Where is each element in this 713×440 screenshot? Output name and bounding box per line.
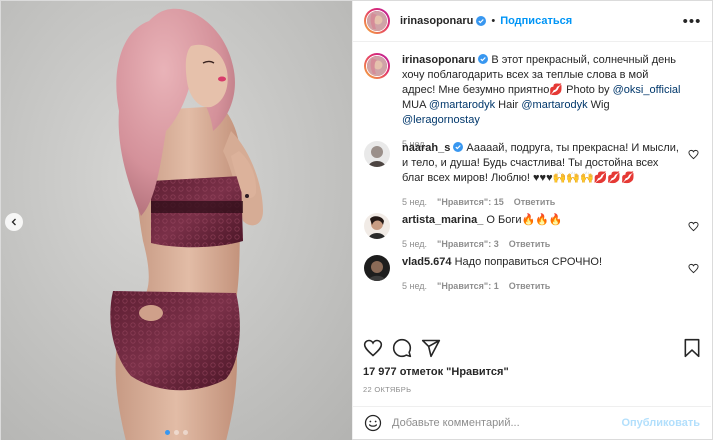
post-actions: 17 977 отметок "Нравится" 22 октябрь	[353, 331, 711, 394]
comment-time[interactable]: 5 нед.	[402, 279, 427, 294]
header-separator: •	[491, 15, 496, 27]
verified-badge-icon	[476, 16, 487, 26]
comments-list: irinasoponaru В этот прекрасный, солнечн…	[353, 43, 711, 331]
caption-text: Photo by	[566, 84, 610, 96]
reply-button[interactable]: Ответить	[509, 279, 551, 294]
mention-link[interactable]: @martarodyk	[521, 99, 587, 111]
comment-time[interactable]: 5 нед.	[402, 237, 427, 252]
author-username[interactable]: irinasoponaru	[400, 15, 473, 27]
commenter-avatar[interactable]	[364, 141, 390, 167]
photo-image	[1, 1, 352, 440]
caption-text: Hair	[498, 99, 519, 111]
comment-username[interactable]: naarah_s	[402, 142, 450, 154]
avatar-image	[364, 141, 390, 167]
reply-button[interactable]: Ответить	[509, 237, 551, 252]
kiss-emoji: 💋	[549, 84, 564, 96]
commenter-avatar[interactable]	[364, 255, 390, 281]
comment-username[interactable]: vlad5.674	[402, 256, 452, 268]
mention-link[interactable]: @martarodyk	[429, 99, 495, 111]
avatar-image	[364, 213, 390, 239]
comment-bubble-icon[interactable]	[392, 338, 412, 358]
chevron-left-icon	[11, 218, 16, 226]
avatar-image	[367, 11, 387, 31]
follow-button[interactable]: Подписаться	[500, 15, 572, 27]
post-date[interactable]: 22 октябрь	[363, 385, 701, 394]
caption-author[interactable]: irinasoponaru	[402, 54, 475, 66]
instagram-post: irinasoponaru • Подписаться ••• irinasop…	[0, 0, 713, 440]
comment-item: naarah_s Ааааай, подруга, ты прекрасна! …	[364, 141, 699, 213]
heart-icon[interactable]	[688, 263, 699, 274]
publish-button[interactable]: Опубликовать	[621, 417, 700, 429]
post-side-panel: irinasoponaru • Подписаться ••• irinasop…	[352, 1, 712, 439]
caption-text: Wig	[590, 99, 610, 111]
mention-link[interactable]: @oksi_official	[613, 84, 681, 96]
post-header: irinasoponaru • Подписаться •••	[353, 1, 712, 42]
share-paper-plane-icon[interactable]	[421, 338, 441, 358]
comment-like-count[interactable]: "Нравится": 3	[437, 237, 499, 252]
comment-item: vlad5.674 Надо поправиться СРОЧНО! 5 нед…	[364, 255, 699, 293]
verified-badge-icon	[453, 142, 464, 152]
comment-input[interactable]	[392, 417, 622, 429]
verified-badge-icon	[478, 54, 489, 64]
heart-icon[interactable]	[688, 149, 699, 160]
avatar-image	[364, 255, 390, 281]
post-caption: irinasoponaru В этот прекрасный, солнечн…	[364, 53, 699, 149]
carousel-prev-button[interactable]	[5, 213, 23, 231]
like-count[interactable]: 17 977 отметок "Нравится"	[363, 366, 701, 378]
comment-text: О Боги🔥🔥🔥	[486, 214, 563, 226]
heart-icon[interactable]	[688, 221, 699, 232]
avatar-image	[367, 56, 387, 76]
author-avatar[interactable]	[364, 8, 390, 34]
like-heart-icon[interactable]	[363, 338, 383, 358]
emoji-icon[interactable]	[364, 414, 382, 432]
more-options-icon[interactable]: •••	[682, 14, 702, 29]
comment-username[interactable]: artista_marina_	[402, 214, 483, 226]
caption-author-avatar[interactable]	[364, 53, 390, 79]
post-photo[interactable]	[1, 1, 352, 440]
comment-composer: Опубликовать	[353, 406, 711, 439]
caption-text: MUA	[402, 99, 426, 111]
carousel-dot	[183, 430, 188, 435]
carousel-dots	[1, 430, 352, 435]
comment-body: naarah_s Ааааай, подруга, ты прекрасна! …	[402, 141, 699, 210]
action-icons	[363, 331, 701, 365]
bookmark-icon[interactable]	[683, 338, 701, 358]
caption-body: irinasoponaru В этот прекрасный, солнечн…	[402, 53, 699, 152]
mention-link[interactable]: @leragornostay	[402, 114, 480, 126]
carousel-dot-active	[165, 430, 170, 435]
comment-item: artista_marina_ О Боги🔥🔥🔥 5 нед. "Нравит…	[364, 213, 699, 255]
comment-body: artista_marina_ О Боги🔥🔥🔥 5 нед. "Нравит…	[402, 213, 699, 252]
commenter-avatar[interactable]	[364, 213, 390, 239]
comment-body: vlad5.674 Надо поправиться СРОЧНО! 5 нед…	[402, 255, 699, 294]
carousel-dot	[174, 430, 179, 435]
comment-time[interactable]: 5 нед.	[402, 195, 427, 210]
comment-like-count[interactable]: "Нравится": 1	[437, 279, 499, 294]
comment-like-count[interactable]: "Нравится": 15	[437, 195, 504, 210]
comment-text: Надо поправиться СРОЧНО!	[454, 256, 603, 268]
reply-button[interactable]: Ответить	[514, 195, 556, 210]
